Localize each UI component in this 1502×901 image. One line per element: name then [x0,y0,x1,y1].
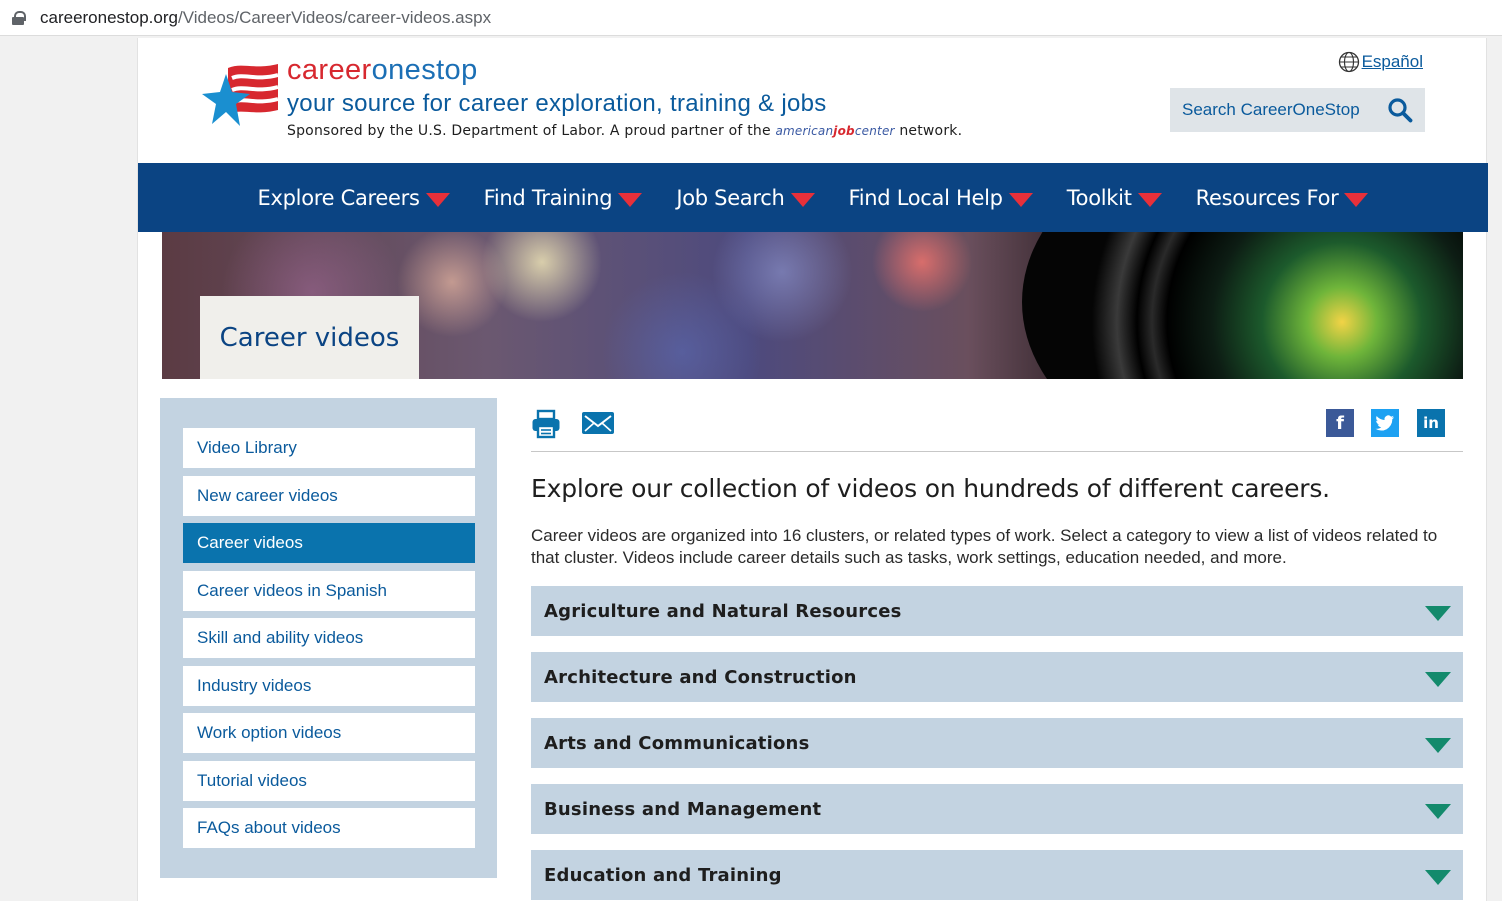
cluster-label: Education and Training [544,864,782,886]
nav-toolkit[interactable]: Toolkit [1067,186,1162,210]
sidebar-item-skill-ability-videos[interactable]: Skill and ability videos [183,618,475,658]
sidebar-item-faqs-videos[interactable]: FAQs about videos [183,808,475,848]
sponsor-prefix: Sponsored by the U.S. Department of Labo… [287,123,771,139]
american-job-center-logo[interactable]: americanjobcenter [775,124,894,138]
cluster-architecture[interactable]: Architecture and Construction [531,652,1463,702]
sidebar-item-video-library[interactable]: Video Library [183,428,475,468]
dropdown-arrow-icon [425,192,450,207]
sidebar-item-industry-videos[interactable]: Industry videos [183,665,475,706]
cluster-arts[interactable]: Arts and Communications [531,718,1463,768]
expand-arrow-icon [1425,737,1451,753]
search-icon [1388,98,1413,123]
main-navigation: Explore Careers Find Training Job Search… [138,163,1488,232]
cluster-label: Arts and Communications [544,732,810,754]
url-path: /Videos/CareerVideos/career-videos.aspx [177,7,492,27]
ajc-american: american [775,124,834,138]
intro-paragraph: Career videos are organized into 16 clus… [531,526,1438,567]
nav-resources-for[interactable]: Resources For [1196,186,1369,210]
site-search-button[interactable]: Search CareerOneStop [1170,88,1425,132]
nav-find-local-help[interactable]: Find Local Help [849,186,1033,210]
page-title: Career videos [200,296,419,379]
cluster-education[interactable]: Education and Training [531,850,1463,900]
browser-address-bar[interactable]: careeronestop.org/Videos/CareerVideos/ca… [0,0,1502,36]
twitter-bird-icon [1375,415,1394,431]
nav-label: Find Local Help [848,185,1003,210]
nav-find-training[interactable]: Find Training [484,186,643,210]
sidebar-item-career-videos-spanish[interactable]: Career videos in Spanish [183,570,475,611]
expand-arrow-icon [1425,869,1451,885]
brand-name[interactable]: careeronestop [287,54,478,87]
search-label: Search CareerOneStop [1182,100,1360,119]
share-toolbar: f in [531,408,1463,452]
sidebar-item-work-option-videos[interactable]: Work option videos [183,713,475,753]
expand-arrow-icon [1425,803,1451,819]
nav-label: Job Search [676,185,785,210]
lock-icon [12,10,26,25]
camera-lens-graphic [1022,232,1463,379]
cluster-label: Agriculture and Natural Resources [544,600,902,622]
hero-banner-image: Career videos [162,232,1463,379]
espanol-link[interactable]: Español [1338,51,1423,73]
expand-arrow-icon [1425,605,1451,621]
section-heading: Explore our collection of videos on hund… [531,474,1330,503]
tagline: your source for career exploration, trai… [287,90,827,117]
cluster-label: Business and Management [544,798,822,820]
careeronestop-logo-icon[interactable] [202,60,282,130]
dropdown-arrow-icon [1008,192,1033,207]
dropdown-arrow-icon [618,192,643,207]
nav-label: Find Training [483,185,613,210]
cluster-agriculture[interactable]: Agriculture and Natural Resources [531,586,1463,636]
nav-label: Resources For [1195,185,1339,210]
brand-onestop: onestop [371,54,478,86]
sidebar-item-tutorial-videos[interactable]: Tutorial videos [183,760,475,801]
ajc-job: job [833,124,855,138]
email-icon[interactable] [581,409,615,439]
url-host: careeronestop.org [40,7,178,27]
sidebar-item-new-career-videos[interactable]: New career videos [183,475,475,516]
dropdown-arrow-icon [790,192,815,207]
url-text[interactable]: careeronestop.org/Videos/CareerVideos/ca… [40,8,491,28]
video-sidebar-nav: Video Library New career videos Career v… [160,398,497,878]
linkedin-share-icon[interactable]: in [1417,409,1445,437]
nav-label: Explore Careers [257,185,420,210]
sponsor-suffix: network. [899,123,963,139]
nav-explore-careers[interactable]: Explore Careers [258,186,450,210]
globe-icon [1338,51,1359,73]
twitter-share-icon[interactable] [1371,409,1399,437]
print-icon[interactable] [531,409,561,439]
espanol-label: Español [1361,52,1423,71]
ajc-center: center [854,124,895,138]
expand-arrow-icon [1425,671,1451,687]
cluster-label: Architecture and Construction [544,666,857,688]
sponsor-line: Sponsored by the U.S. Department of Labo… [287,123,962,139]
facebook-share-icon[interactable]: f [1326,409,1354,437]
cluster-business[interactable]: Business and Management [531,784,1463,834]
sidebar-item-career-videos[interactable]: Career videos [183,523,475,563]
dropdown-arrow-icon [1137,192,1162,207]
brand-career: career [287,54,372,86]
nav-label: Toolkit [1066,185,1132,210]
nav-job-search[interactable]: Job Search [676,185,815,210]
page-container: careeronestop your source for career exp… [137,38,1488,901]
dropdown-arrow-icon [1344,192,1369,207]
career-cluster-accordion: Agriculture and Natural Resources Archit… [531,586,1463,901]
